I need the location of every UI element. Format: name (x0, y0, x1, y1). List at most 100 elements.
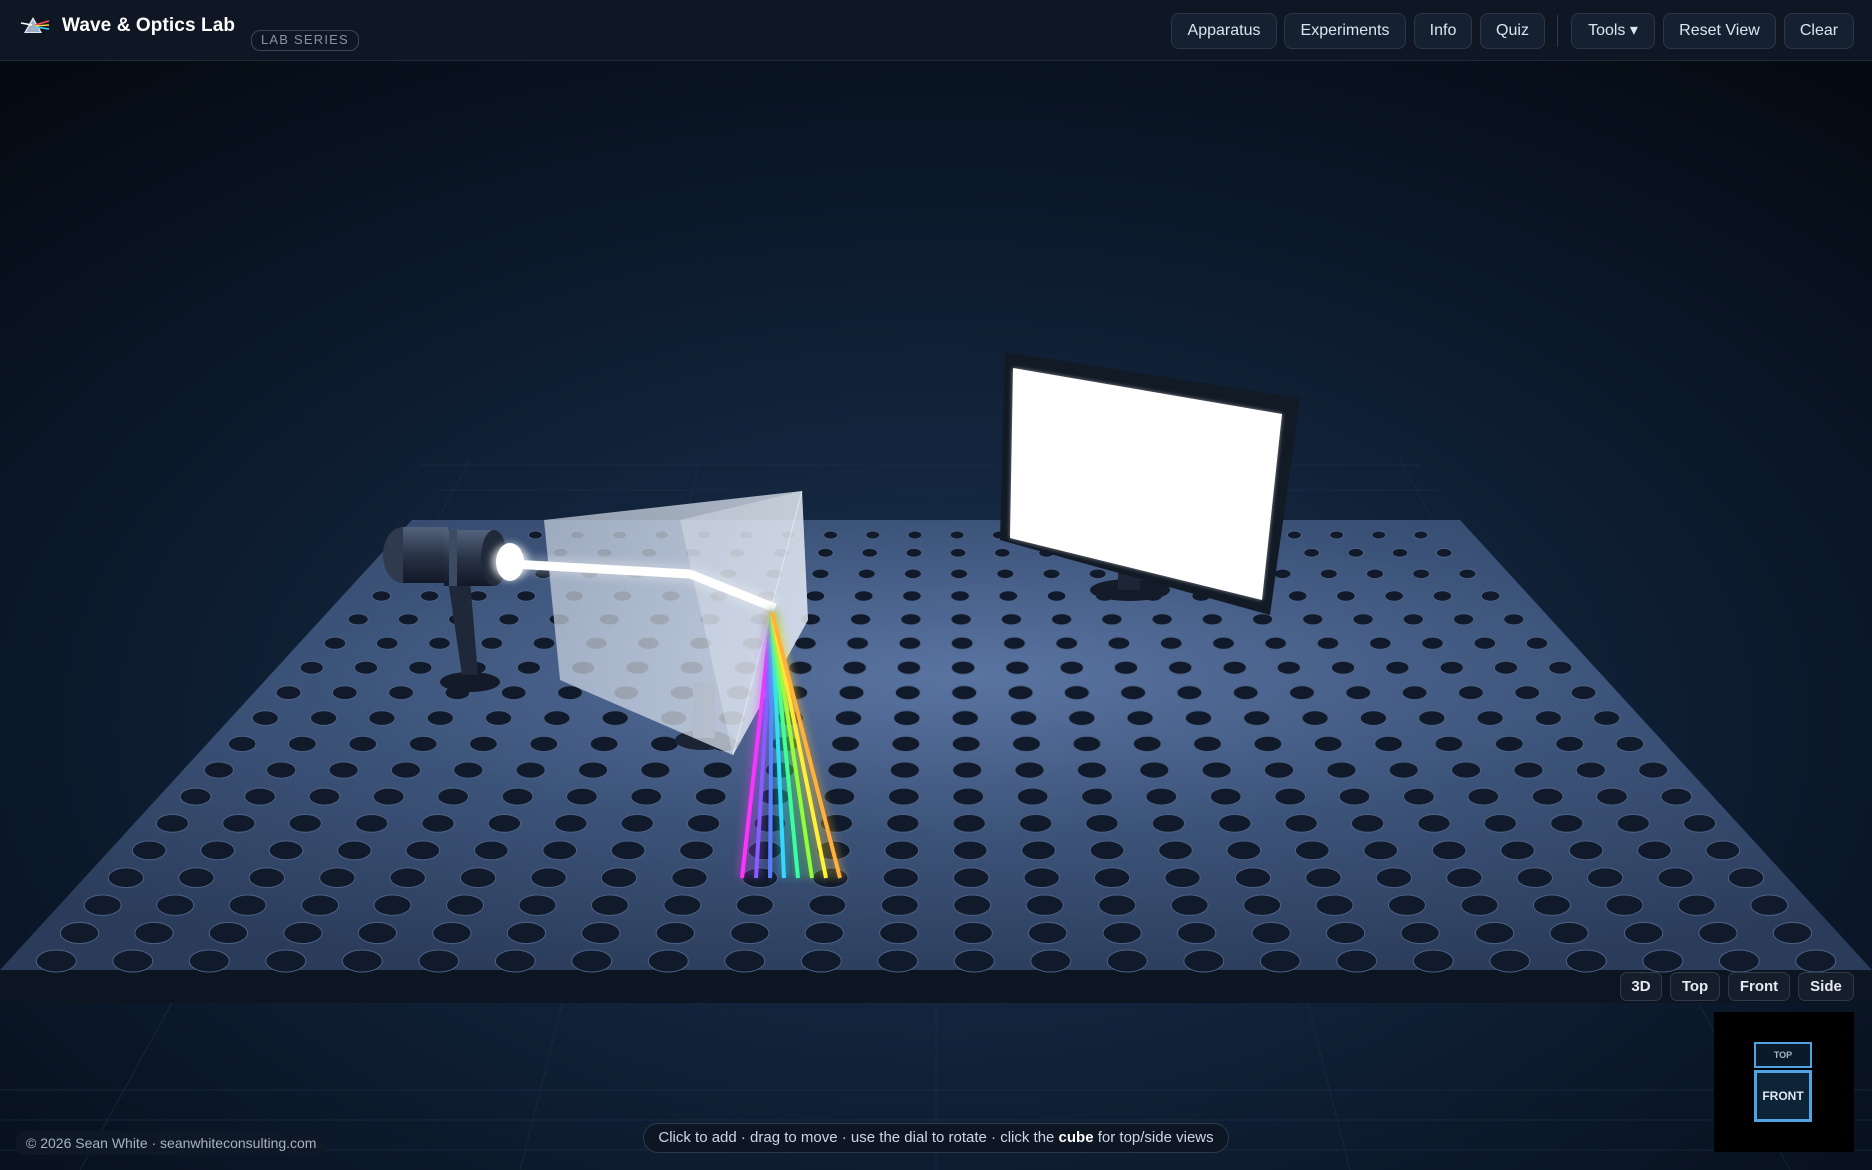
table-hole (794, 636, 817, 650)
copyright-text: © 2026 Sean White · seanwhiteconsulting.… (16, 1131, 327, 1155)
lab-scene[interactable] (0, 61, 1872, 1170)
table-hole (949, 530, 965, 540)
cube-front-face[interactable]: FRONT (1754, 1070, 1812, 1122)
table-hole (1055, 636, 1078, 650)
table-hole (1532, 894, 1571, 916)
usage-hint-cube-word: cube (1058, 1129, 1094, 1146)
table-hole (600, 867, 638, 889)
table-hole (375, 636, 399, 650)
info-button[interactable]: Info (1414, 13, 1472, 49)
table-hole (501, 787, 534, 806)
table-hole (1145, 787, 1178, 806)
table-hole (887, 787, 920, 806)
table-hole (891, 735, 921, 753)
table-hole (446, 894, 484, 916)
table-hole (453, 761, 484, 779)
table-hole (418, 949, 460, 973)
scene-canvas[interactable] (0, 61, 1872, 1170)
table-hole (1489, 949, 1531, 973)
table-hole (208, 921, 249, 945)
table-hole (879, 921, 919, 945)
table-hole (857, 568, 876, 580)
table-hole (473, 840, 509, 861)
table-hole (996, 568, 1015, 580)
table-hole (1374, 735, 1403, 753)
table-hole (532, 636, 556, 650)
table-hole (1371, 530, 1387, 540)
table-hole (1164, 867, 1201, 889)
table-hole (1514, 685, 1541, 701)
table-hole (1177, 921, 1217, 945)
table-hole (838, 685, 865, 701)
table-hole (694, 787, 727, 806)
table-hole (1421, 636, 1444, 650)
table-hole (1252, 613, 1274, 626)
table-hole (1081, 787, 1113, 806)
table-hole (1359, 710, 1388, 726)
table-hole (1226, 840, 1262, 861)
table-hole (949, 547, 967, 558)
table-hole (390, 761, 421, 779)
table-hole (1028, 921, 1068, 945)
table-hole (663, 894, 702, 916)
view-top-button[interactable]: Top (1670, 972, 1720, 1001)
table-hole (886, 814, 920, 833)
table-hole (952, 787, 985, 806)
table-hole (368, 710, 396, 726)
tools-menu-button[interactable]: Tools ▾ (1571, 13, 1655, 49)
table-hole (577, 761, 609, 779)
table-hole (800, 949, 842, 973)
table-hole (1476, 710, 1504, 726)
navigation-cube[interactable]: TOP FRONT (1714, 1012, 1854, 1152)
table-hole (905, 547, 923, 558)
clear-button[interactable]: Clear (1784, 13, 1854, 49)
view-3d-button[interactable]: 3D (1620, 972, 1662, 1001)
table-hole (1494, 735, 1524, 753)
experiments-button[interactable]: Experiments (1284, 13, 1406, 49)
table-hole (1046, 590, 1067, 602)
table-hole (1401, 685, 1428, 701)
table-hole (1555, 735, 1584, 753)
table-hole (354, 814, 389, 833)
table-hole (589, 735, 619, 753)
table-hole (283, 921, 323, 945)
table-hole (1412, 949, 1454, 973)
reset-view-button[interactable]: Reset View (1663, 13, 1776, 49)
table-hole (1098, 894, 1137, 916)
table-hole (527, 530, 543, 540)
prism-logo-icon (20, 17, 50, 33)
table-hole (275, 685, 302, 701)
table-hole (373, 894, 412, 916)
table-hole (1294, 840, 1330, 861)
table-hole (1402, 613, 1424, 626)
table-hole (1451, 761, 1482, 779)
cube-top-face[interactable]: TOP (1754, 1042, 1812, 1068)
table-hole (1772, 921, 1813, 945)
table-hole (1132, 735, 1162, 753)
table-hole (1565, 949, 1607, 973)
table-hole (331, 685, 358, 701)
table-hole (1085, 814, 1119, 833)
table-hole (518, 894, 557, 916)
table-hole (506, 921, 547, 945)
table-hole (515, 761, 546, 779)
quiz-button[interactable]: Quiz (1480, 13, 1545, 49)
table-hole (1151, 814, 1186, 833)
table-hole (1338, 787, 1371, 806)
table-hole (1030, 949, 1072, 973)
view-front-button[interactable]: Front (1728, 972, 1790, 1001)
table-hole (1176, 685, 1203, 701)
table-hole (1139, 761, 1170, 779)
table-hole (268, 840, 304, 861)
view-side-button[interactable]: Side (1798, 972, 1854, 1001)
table-hole (1363, 840, 1399, 861)
apparatus-button[interactable]: Apparatus (1171, 13, 1277, 49)
table-hole (388, 685, 415, 701)
table-hole (200, 840, 236, 861)
table-hole (1458, 568, 1477, 580)
table-hole (1088, 568, 1107, 580)
table-hole (877, 949, 919, 973)
table-hole (500, 685, 527, 701)
table-hole (1301, 710, 1329, 726)
table-hole (1336, 590, 1356, 602)
